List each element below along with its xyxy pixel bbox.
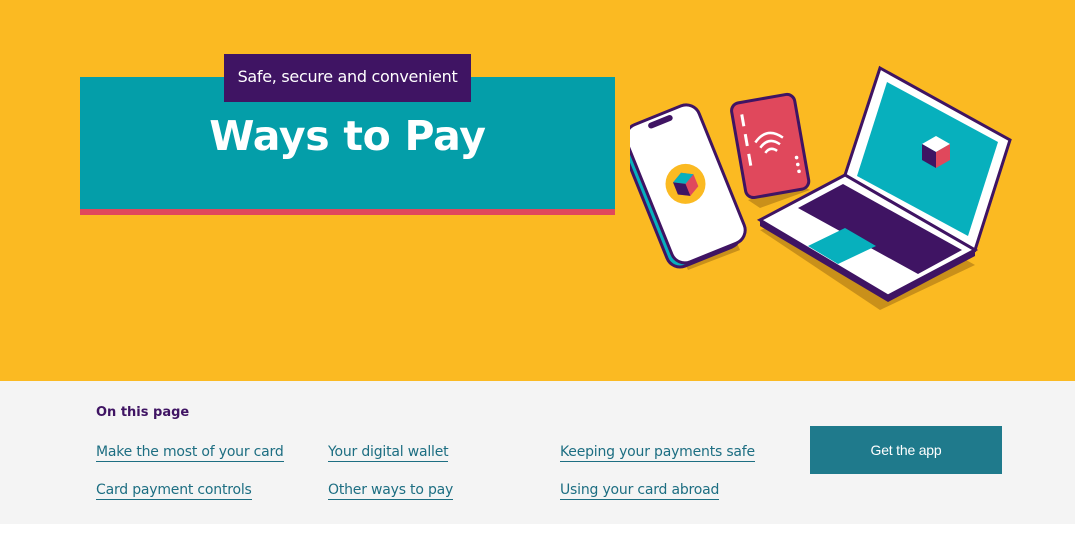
hero-banner: Ways to Pay Safe, secure and convenient (0, 0, 1075, 381)
contactless-card-icon (730, 92, 811, 208)
on-this-page-heading: On this page (96, 405, 190, 420)
page-title: Ways to Pay (209, 112, 486, 160)
link-card-payment-controls[interactable]: Card payment controls (96, 482, 252, 500)
get-the-app-button[interactable]: Get the app (810, 426, 1002, 474)
link-other-ways-to-pay[interactable]: Other ways to pay (328, 482, 453, 500)
smartphone-icon (630, 103, 747, 270)
link-your-digital-wallet[interactable]: Your digital wallet (328, 444, 449, 462)
link-using-your-card-abroad[interactable]: Using your card abroad (560, 482, 719, 500)
payment-devices-illustration (630, 65, 1012, 310)
on-this-page-section: On this page Make the most of your card … (0, 381, 1075, 524)
tagline-badge: Safe, secure and convenient (224, 54, 471, 102)
link-make-the-most-of-your-card[interactable]: Make the most of your card (96, 444, 284, 462)
link-keeping-your-payments-safe[interactable]: Keeping your payments safe (560, 444, 755, 462)
